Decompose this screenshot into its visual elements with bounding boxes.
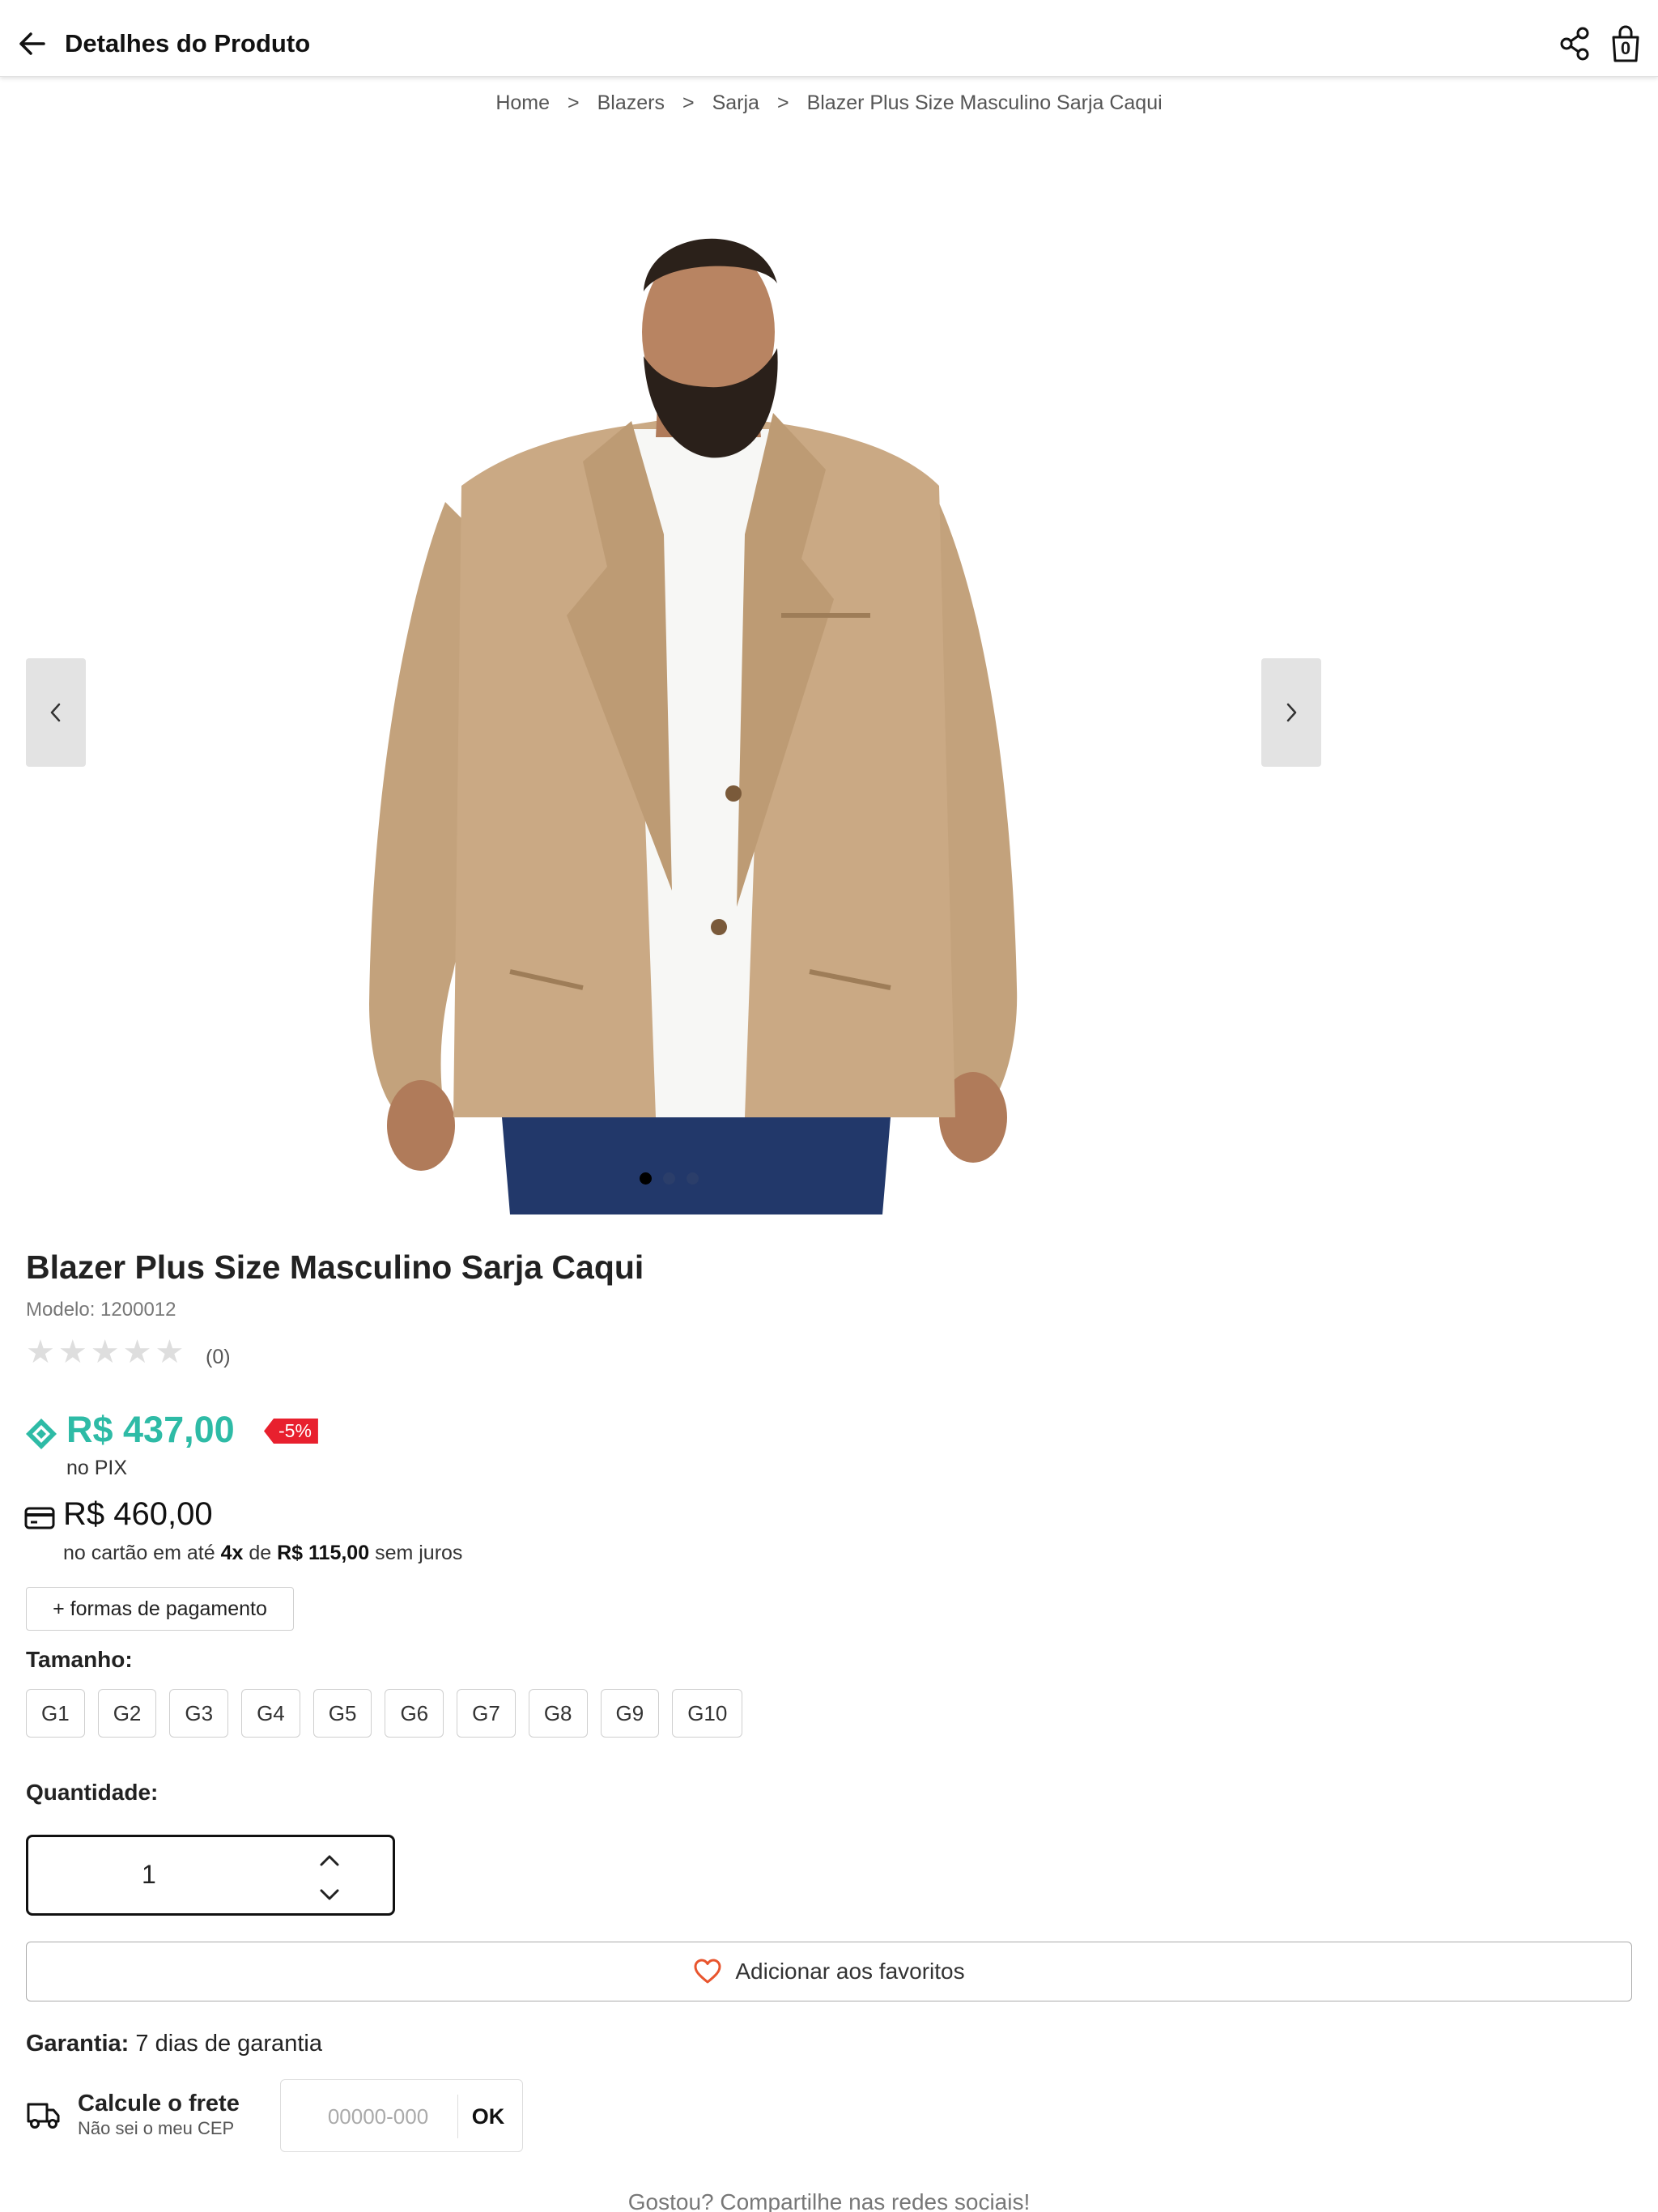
quantity-stepper[interactable]: 1 (26, 1835, 395, 1916)
quantity-increase-button[interactable] (313, 1845, 346, 1874)
size-option-g4[interactable]: G4 (241, 1689, 300, 1738)
chevron-left-icon (50, 703, 61, 722)
shipping-title: Calcule o frete (78, 2091, 240, 2116)
breadcrumb-sarja[interactable]: Sarja (712, 91, 759, 115)
cep-divider (457, 2095, 458, 2138)
discount-badge: -5% (264, 1419, 318, 1444)
page-title: Detalhes do Produto (65, 29, 311, 57)
share-button[interactable] (1559, 26, 1592, 62)
installments-prefix: no cartão em até (63, 1542, 215, 1564)
installments-count: 4x (220, 1542, 244, 1564)
star-icon[interactable]: ★ (123, 1336, 152, 1368)
breadcrumb-home[interactable]: Home (495, 91, 550, 115)
breadcrumb-separator: > (568, 91, 580, 114)
size-option-g10[interactable]: G10 (672, 1689, 743, 1738)
cep-ok-button[interactable]: OK (464, 2098, 512, 2135)
star-icon[interactable]: ★ (58, 1336, 87, 1368)
quantity-label: Quantidade: (26, 1780, 159, 1805)
product-title: Blazer Plus Size Masculino Sarja Caqui (26, 1249, 644, 1286)
gallery-next-button[interactable] (1261, 658, 1321, 767)
size-option-g9[interactable]: G9 (600, 1689, 660, 1738)
installments-suffix: sem juros (375, 1542, 463, 1564)
pix-icon (26, 1419, 57, 1449)
product-gallery[interactable] (0, 162, 1344, 1214)
pix-label: no PIX (66, 1457, 128, 1479)
gallery-dots (640, 1172, 699, 1185)
add-to-favorites-button[interactable]: Adicionar aos favoritos (26, 1942, 1632, 2001)
quantity-decrease-button[interactable] (313, 1881, 346, 1910)
favorites-label: Adicionar aos favoritos (735, 1959, 965, 1984)
star-icon[interactable]: ★ (155, 1336, 184, 1368)
breadcrumb-blazers[interactable]: Blazers (597, 91, 665, 115)
cep-input[interactable] (297, 2098, 459, 2135)
gallery-prev-button[interactable] (26, 658, 86, 767)
cart-button[interactable]: 0 (1608, 24, 1643, 63)
breadcrumb-separator: > (776, 91, 789, 114)
truck-icon (27, 2103, 60, 2129)
size-label: Tamanho: (26, 1647, 133, 1672)
credit-card-icon (24, 1507, 55, 1529)
size-option-g3[interactable]: G3 (169, 1689, 229, 1738)
warranty-label: Garantia: (26, 2031, 130, 2057)
product-image (369, 238, 1018, 1214)
size-option-g6[interactable]: G6 (385, 1689, 444, 1738)
installments-mid: de (249, 1542, 272, 1564)
arrow-left-icon (19, 32, 45, 55)
installments-value: R$ 115,00 (277, 1542, 370, 1564)
gallery-dot[interactable] (640, 1172, 652, 1185)
installments-info: no cartão em até 4x de R$ 115,00 sem jur… (63, 1542, 462, 1565)
breadcrumb-separator: > (682, 91, 695, 114)
warranty-value: 7 dias de garantia (135, 2031, 322, 2057)
warranty-info: Garantia: 7 dias de garantia (26, 2031, 322, 2057)
app-header: Detalhes do Produto 0 (0, 0, 1658, 77)
star-icon[interactable]: ★ (26, 1336, 55, 1368)
size-options: G1 G2 G3 G4 G5 G6 G7 G8 G9 G10 (26, 1689, 743, 1738)
cart-count: 0 (1620, 38, 1631, 58)
heart-icon (694, 1959, 721, 1984)
cep-form: OK (280, 2079, 523, 2152)
quantity-value[interactable]: 1 (142, 1860, 156, 1890)
chevron-right-icon (1286, 703, 1297, 722)
size-option-g5[interactable]: G5 (312, 1689, 372, 1738)
star-icon[interactable]: ★ (91, 1336, 120, 1368)
size-option-g7[interactable]: G7 (457, 1689, 516, 1738)
size-option-g1[interactable]: G1 (26, 1689, 85, 1738)
size-option-g2[interactable]: G2 (97, 1689, 157, 1738)
gallery-dot[interactable] (663, 1172, 675, 1185)
payment-options-button[interactable]: + formas de pagamento (26, 1587, 294, 1631)
product-model: Modelo: 1200012 (26, 1299, 176, 1321)
breadcrumb: Home > Blazers > Sarja > Blazer Plus Size Masc… (0, 91, 1658, 115)
back-button[interactable] (15, 26, 50, 62)
size-option-g8[interactable]: G8 (528, 1689, 588, 1738)
breadcrumb-current: Blazer Plus Size Masculino Sarja Caqui (806, 91, 1163, 114)
social-share-text: Gostou? Compartilhe nas redes sociais! (627, 2189, 1031, 2212)
favorites-content: Adicionar aos favoritos (27, 1942, 1631, 2001)
unknown-cep-link[interactable]: Não sei o meu CEP (78, 2118, 234, 2139)
chevron-up-icon (320, 1855, 339, 1866)
pix-price: R$ 437,00 (66, 1409, 235, 1450)
gallery-dot[interactable] (687, 1172, 699, 1185)
rating-count: (0) (206, 1346, 231, 1368)
card-price: R$ 460,00 (63, 1496, 213, 1532)
share-icon (1560, 27, 1589, 61)
rating-stars: ★ ★ ★ ★ ★ (26, 1336, 184, 1368)
chevron-down-icon (320, 1889, 339, 1900)
